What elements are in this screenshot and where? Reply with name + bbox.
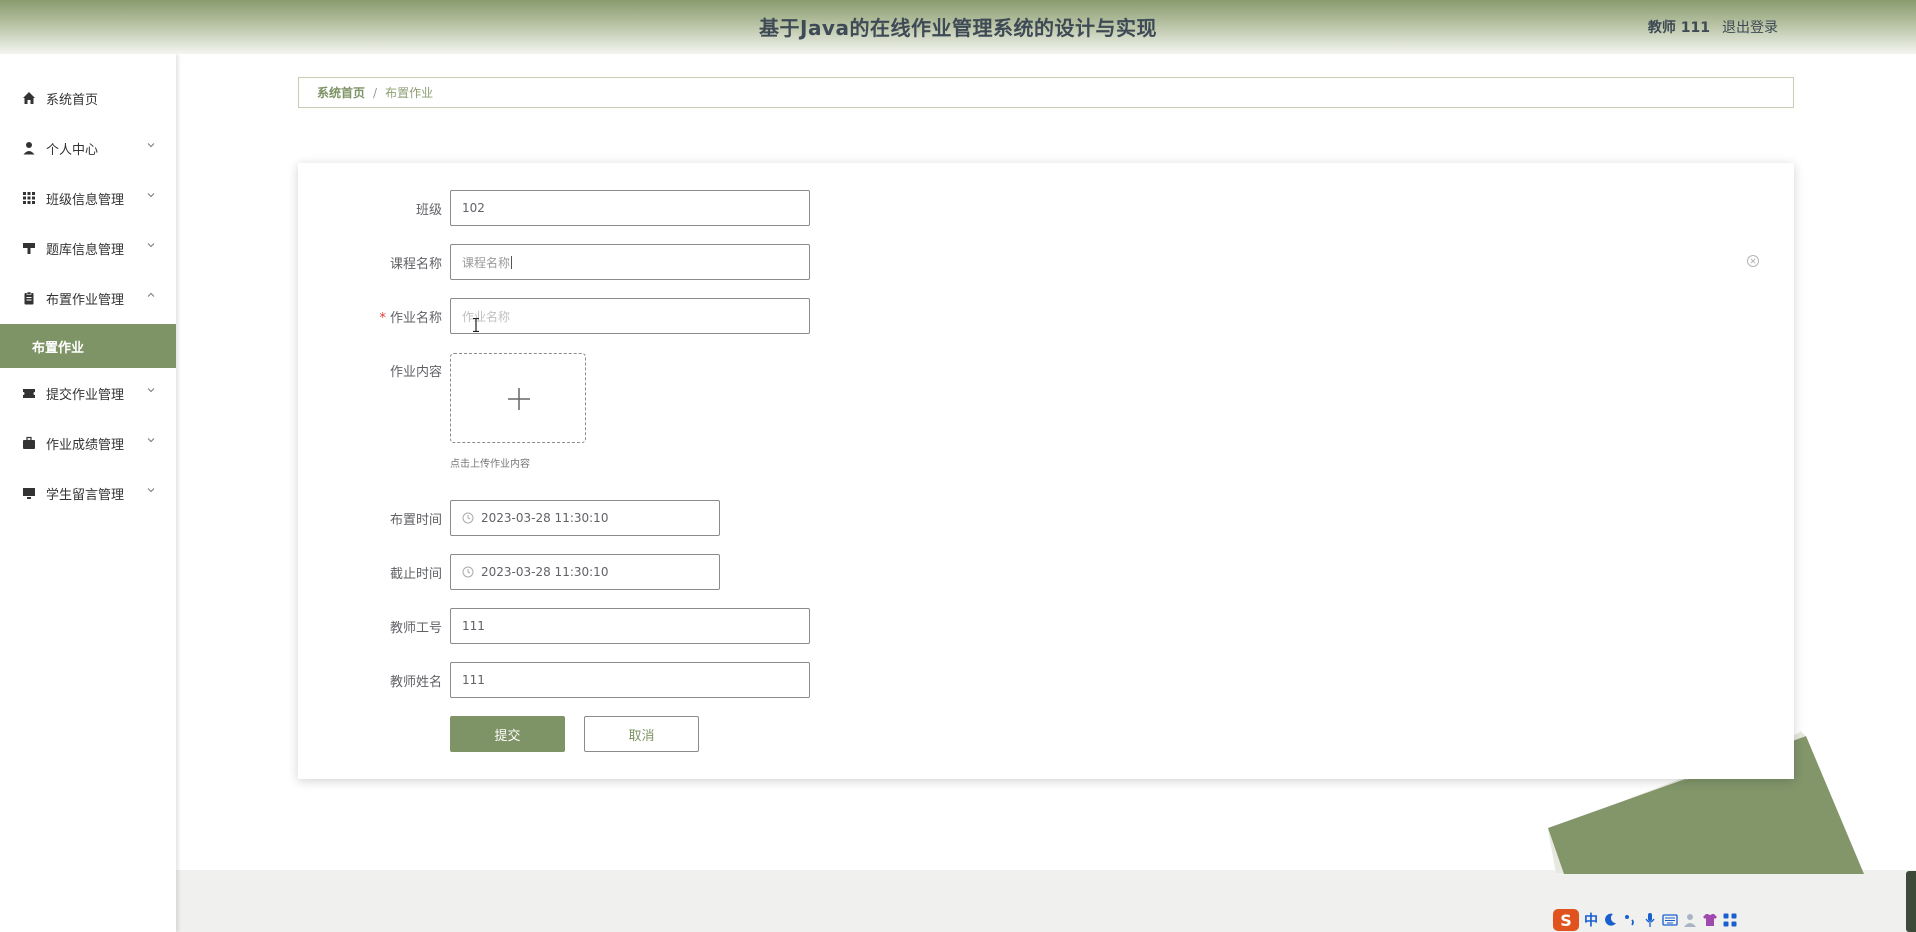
- sidebar-item-label: 题库信息管理: [46, 242, 125, 258]
- clipboard-icon: [22, 291, 36, 305]
- svg-text:S: S: [1560, 911, 1572, 930]
- deadline-picker[interactable]: 2023-03-28 11:30:10: [450, 554, 720, 590]
- teacher-id-label: 教师工号: [389, 621, 442, 636]
- chevron-down-icon: [147, 143, 155, 148]
- teacher-name-value: 111: [462, 673, 485, 687]
- upload-hint: 点击上传作业内容: [450, 459, 530, 470]
- apps-grid-icon[interactable]: [1722, 912, 1738, 928]
- grid-icon: [22, 191, 36, 205]
- plus-icon: [508, 388, 530, 410]
- sidebar-item-home[interactable]: 系统首页: [0, 73, 176, 123]
- user-icon: [22, 141, 36, 155]
- teacher-id-field[interactable]: 111: [450, 608, 810, 644]
- ime-mode-indicator[interactable]: 中: [1584, 910, 1598, 930]
- homework-form: 班级 102 课程名称 课程名称 * 作业名称 作业名称 作业内容 点击上传作业内…: [298, 163, 1794, 779]
- microphone-icon[interactable]: [1642, 912, 1658, 928]
- required-mark: *: [379, 311, 386, 326]
- sidebar-item-label: 个人中心: [46, 142, 99, 158]
- teacher-id-value: 111: [462, 619, 485, 633]
- sidebar: 系统首页 个人中心 班级信息管理 题库信息管理 布置作业管理 布置作业 提交作业…: [0, 54, 176, 932]
- breadcrumb-home[interactable]: 系统首页: [317, 84, 365, 101]
- course-label: 课程名称: [389, 257, 442, 272]
- breadcrumb-separator: /: [373, 85, 378, 100]
- homework-name-label: * 作业名称: [332, 307, 442, 326]
- briefcase-icon: [22, 436, 36, 450]
- clock-icon: [462, 512, 474, 524]
- sidebar-item-assign-homework[interactable]: 布置作业管理: [0, 273, 176, 323]
- chevron-down-icon: [147, 488, 155, 493]
- class-label: 班级: [415, 203, 442, 218]
- sidebar-item-scores[interactable]: 作业成绩管理: [0, 418, 176, 468]
- sidebar-subitem-assign[interactable]: 布置作业: [0, 324, 176, 368]
- upload-area[interactable]: [450, 353, 586, 443]
- assign-time-value: 2023-03-28 11:30:10: [481, 511, 609, 525]
- scroll-handle[interactable]: [1906, 871, 1916, 932]
- sidebar-subitem-label: 布置作业: [32, 340, 85, 356]
- app-title: 基于Java的在线作业管理系统的设计与实现: [759, 16, 1157, 40]
- clear-circle-icon[interactable]: [1746, 254, 1760, 268]
- app-header: 基于Java的在线作业管理系统的设计与实现 教师 111 退出登录: [0, 0, 1916, 54]
- homework-name-placeholder: 作业名称: [462, 309, 511, 324]
- sogou-logo-icon[interactable]: S: [1552, 908, 1580, 932]
- sidebar-item-label: 提交作业管理: [46, 387, 125, 403]
- chevron-down-icon: [147, 243, 155, 248]
- chevron-down-icon: [147, 438, 155, 443]
- sidebar-item-profile[interactable]: 个人中心: [0, 123, 176, 173]
- breadcrumb: 系统首页 / 布置作业: [298, 77, 1794, 108]
- punctuation-icon[interactable]: [1622, 912, 1638, 928]
- homework-name-input[interactable]: 作业名称: [450, 298, 810, 334]
- text-caret: [511, 255, 513, 269]
- user-avatar-icon[interactable]: [1682, 912, 1698, 928]
- teacher-name-field[interactable]: 111: [450, 662, 810, 698]
- sidebar-item-label: 布置作业管理: [46, 292, 125, 308]
- moon-icon[interactable]: [1602, 912, 1618, 928]
- current-user: 教师 111: [1647, 20, 1710, 36]
- class-value: 102: [462, 201, 485, 215]
- sidebar-item-label: 作业成绩管理: [46, 437, 125, 453]
- clock-icon: [462, 566, 474, 578]
- assign-time-label: 布置时间: [389, 513, 442, 528]
- course-name-placeholder: 课程名称: [462, 255, 511, 270]
- deadline-label: 截止时间: [389, 567, 442, 582]
- home-icon: [22, 91, 36, 105]
- homework-name-label-text: 作业名称: [389, 311, 442, 326]
- sidebar-item-label: 系统首页: [46, 92, 99, 108]
- stamp-icon: [22, 241, 36, 255]
- sidebar-item-messages[interactable]: 学生留言管理: [0, 468, 176, 518]
- sidebar-item-class-info[interactable]: 班级信息管理: [0, 173, 176, 223]
- text-cursor-icon: [473, 318, 479, 332]
- sidebar-item-label: 学生留言管理: [46, 487, 125, 503]
- assign-time-picker[interactable]: 2023-03-28 11:30:10: [450, 500, 720, 536]
- keyboard-icon[interactable]: [1662, 912, 1678, 928]
- submit-button[interactable]: 提交: [450, 716, 565, 752]
- content-label: 作业内容: [389, 365, 442, 380]
- chevron-up-icon: [147, 292, 155, 297]
- deadline-value: 2023-03-28 11:30:10: [481, 565, 609, 579]
- monitor-icon: [22, 486, 36, 500]
- sidebar-item-label: 班级信息管理: [46, 192, 125, 208]
- cancel-button[interactable]: 取消: [584, 716, 699, 752]
- breadcrumb-current: 布置作业: [385, 86, 434, 100]
- header-user-area: 教师 111 退出登录: [1648, 17, 1778, 37]
- ticket-icon: [22, 386, 36, 400]
- sidebar-item-question-bank[interactable]: 题库信息管理: [0, 223, 176, 273]
- course-name-input[interactable]: 课程名称: [450, 244, 810, 280]
- sidebar-item-submit-homework[interactable]: 提交作业管理: [0, 368, 176, 418]
- skin-icon[interactable]: [1702, 912, 1718, 928]
- logout-link[interactable]: 退出登录: [1722, 17, 1778, 37]
- chevron-down-icon: [147, 193, 155, 198]
- class-field[interactable]: 102: [450, 190, 810, 226]
- chevron-down-icon: [147, 388, 155, 393]
- ime-toolbar: S 中: [1552, 908, 1738, 932]
- teacher-name-label: 教师姓名: [389, 675, 442, 690]
